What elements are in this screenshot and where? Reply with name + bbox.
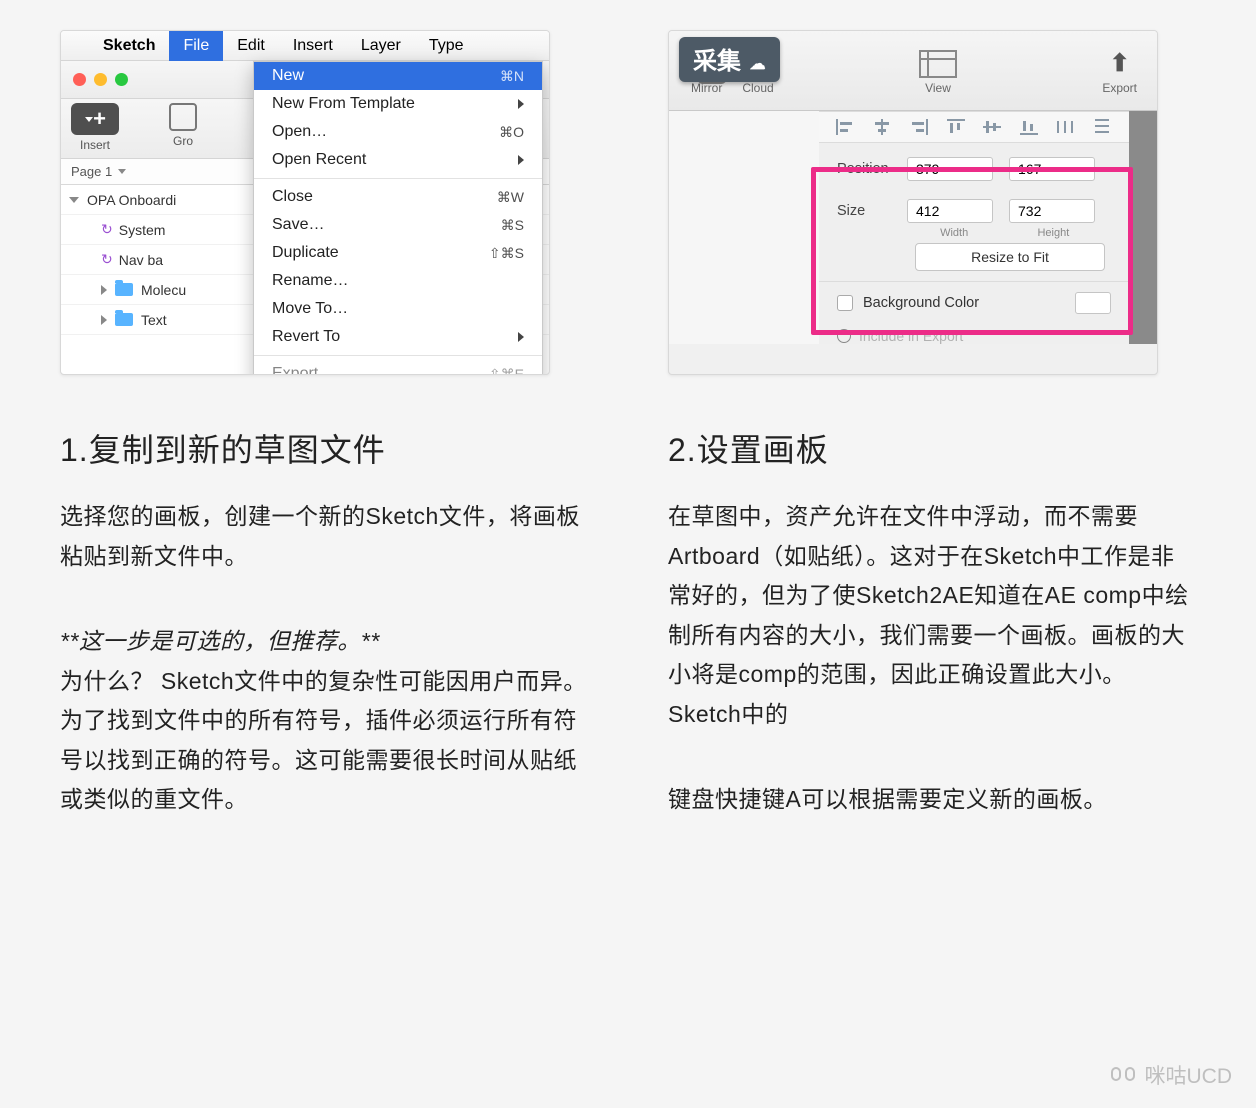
minimize-window-icon[interactable] [94, 73, 107, 86]
collect-button[interactable]: 采集 ☁ [679, 37, 780, 82]
sketch-inspector-screenshot: 采集 ☁ ☁ Mirror Cloud View [668, 30, 1158, 375]
export-icon[interactable]: ⬆ [1110, 49, 1130, 78]
disclosure-triangle-icon[interactable] [69, 197, 79, 203]
section2-paragraph: 在草图中，资产允许在文件中浮动，而不需要Artboard（如贴纸）。这对于在Sk… [668, 497, 1196, 734]
menu-move-to[interactable]: Move To… [254, 295, 542, 323]
menu-open[interactable]: Open… ⌘O [254, 118, 542, 146]
bg-color-label: Background Color [863, 295, 979, 311]
submenu-arrow-icon [518, 155, 524, 165]
view-label: View [925, 81, 951, 95]
menu-duplicate[interactable]: Duplicate ⇧⌘S [254, 239, 542, 267]
height-input[interactable] [1009, 199, 1095, 223]
submenu-arrow-icon [518, 99, 524, 109]
distribute-v-icon[interactable] [1094, 119, 1112, 135]
folder-icon [115, 283, 133, 296]
align-toolbar [819, 111, 1129, 143]
menu-separator [254, 178, 542, 179]
file-dropdown-menu: New ⌘N New From Template Open… ⌘O Open R… [253, 61, 543, 375]
insert-label: Insert [80, 138, 110, 152]
menu-open-recent[interactable]: Open Recent [254, 146, 542, 174]
watermark-icon [1109, 1061, 1137, 1089]
bg-color-checkbox[interactable] [837, 295, 853, 311]
export-label: Export [1102, 81, 1137, 95]
disclosure-triangle-icon[interactable] [101, 285, 107, 295]
menu-separator [254, 355, 542, 356]
disclosure-triangle-icon[interactable] [101, 315, 107, 325]
menubar-insert[interactable]: Insert [279, 31, 347, 61]
resize-to-fit-button[interactable]: Resize to Fit [915, 243, 1105, 271]
distribute-h-icon[interactable] [1057, 119, 1075, 135]
align-bottom-icon[interactable] [1020, 119, 1038, 135]
section1-paragraph: **这一步是可选的，但推荐。** 为什么？ Sketch文件中的复杂性可能因用户… [60, 622, 588, 820]
position-x-input[interactable] [907, 157, 993, 181]
align-left-icon[interactable] [836, 119, 854, 135]
group-label: Gro [173, 134, 193, 148]
size-label: Size [837, 203, 907, 219]
group-icon[interactable] [169, 103, 197, 131]
menu-new[interactable]: New ⌘N [254, 62, 542, 90]
symbol-icon: ↻ [101, 221, 113, 238]
align-right-icon[interactable] [910, 119, 928, 135]
position-label: Position [837, 161, 907, 177]
menubar-edit[interactable]: Edit [223, 31, 279, 61]
menubar-layer[interactable]: Layer [347, 31, 415, 61]
menu-save[interactable]: Save… ⌘S [254, 211, 542, 239]
menu-revert-to[interactable]: Revert To [254, 323, 542, 351]
section1-paragraph: 选择您的画板，创建一个新的Sketch文件，将画板粘贴到新文件中。 [60, 497, 588, 576]
menu-new-from-template[interactable]: New From Template [254, 90, 542, 118]
bg-color-swatch[interactable] [1075, 292, 1111, 314]
align-center-h-icon[interactable] [873, 119, 891, 135]
menu-export[interactable]: Export ⇧⌘E [254, 360, 542, 375]
align-center-v-icon[interactable] [983, 119, 1001, 135]
symbol-icon: ↻ [101, 251, 113, 268]
menubar-file[interactable]: File [169, 31, 223, 61]
insert-button[interactable] [71, 103, 119, 135]
section1-title: 1.复制到新的草图文件 [60, 425, 588, 471]
menu-rename[interactable]: Rename… [254, 267, 542, 295]
cloud-label: Cloud [742, 81, 773, 95]
menubar-app[interactable]: Sketch [89, 31, 169, 61]
cloud-icon: ☁ [750, 56, 766, 73]
menubar-type[interactable]: Type [415, 31, 478, 61]
align-top-icon[interactable] [947, 119, 965, 135]
submenu-arrow-icon [518, 332, 524, 342]
width-sublabel: Width [913, 227, 996, 239]
chevron-down-icon [118, 169, 126, 174]
include-export-label: Include in Export [859, 328, 963, 344]
menu-close[interactable]: Close ⌘W [254, 183, 542, 211]
watermark: 咪咕UCD [1109, 1060, 1233, 1090]
height-sublabel: Height [1012, 227, 1095, 239]
macos-menubar: Sketch File Edit Insert Layer Type [61, 31, 549, 61]
width-input[interactable] [907, 199, 993, 223]
close-window-icon[interactable] [73, 73, 86, 86]
zoom-window-icon[interactable] [115, 73, 128, 86]
section2-paragraph: 键盘快捷键A可以根据需要定义新的画板。 [668, 780, 1196, 820]
folder-icon [115, 313, 133, 326]
section2-title: 2.设置画板 [668, 425, 1196, 471]
sketch-file-menu-screenshot: Sketch File Edit Insert Layer Type [60, 30, 550, 375]
position-y-input[interactable] [1009, 157, 1095, 181]
include-export-checkbox[interactable] [837, 329, 851, 343]
view-icon[interactable] [919, 50, 957, 78]
